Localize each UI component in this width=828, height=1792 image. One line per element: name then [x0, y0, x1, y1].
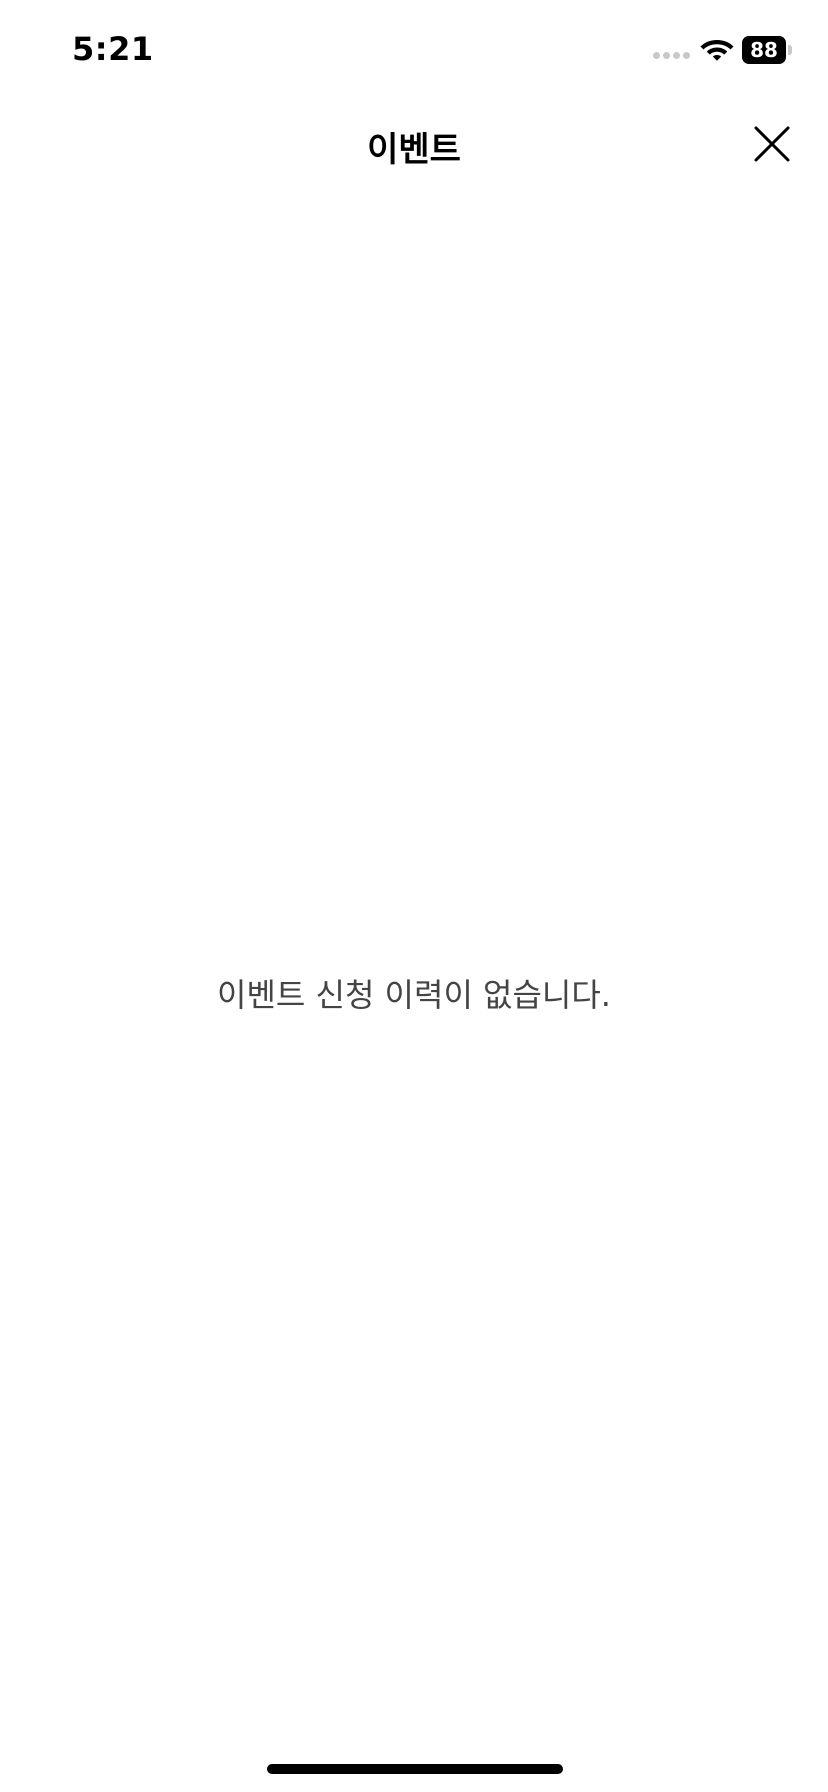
page-title: 이벤트 — [367, 130, 461, 170]
close-icon — [754, 126, 790, 162]
signal-icon — [653, 52, 690, 59]
home-indicator[interactable] — [267, 1764, 563, 1774]
close-button[interactable] — [748, 120, 796, 168]
wifi-icon — [700, 40, 734, 61]
nav-bar: 이벤트 — [0, 100, 828, 190]
empty-state-message: 이벤트 신청 이력이 없습니다. — [217, 976, 611, 1014]
battery-level: 88 — [742, 36, 786, 64]
status-bar: 5:21 88 — [0, 0, 828, 100]
status-time: 5:21 — [72, 30, 154, 68]
battery-icon: 88 — [742, 36, 792, 64]
